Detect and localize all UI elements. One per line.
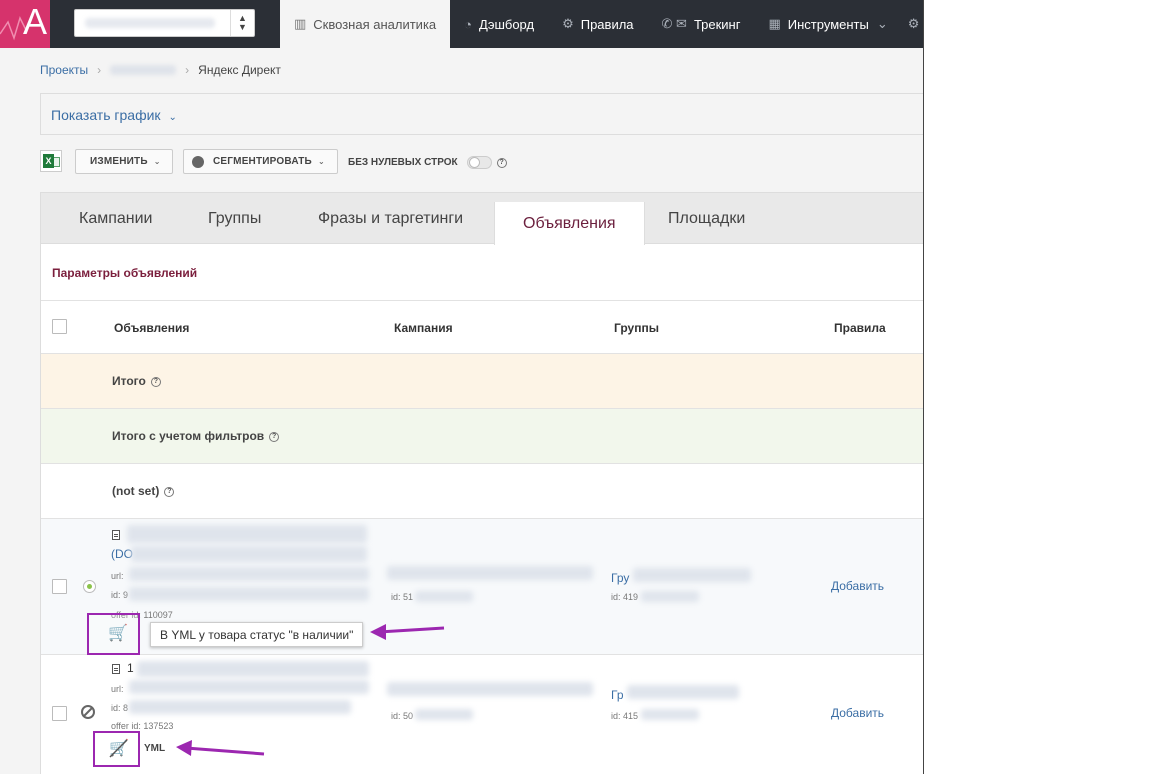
annotation-arrows — [176, 624, 445, 756]
arrow-head — [176, 740, 192, 756]
arrow-head — [370, 624, 386, 640]
app-window: A ▲ ▼ ▥ Сквозная аналитика ◔ Дэшборд ⚙ Пр… — [0, 0, 924, 774]
